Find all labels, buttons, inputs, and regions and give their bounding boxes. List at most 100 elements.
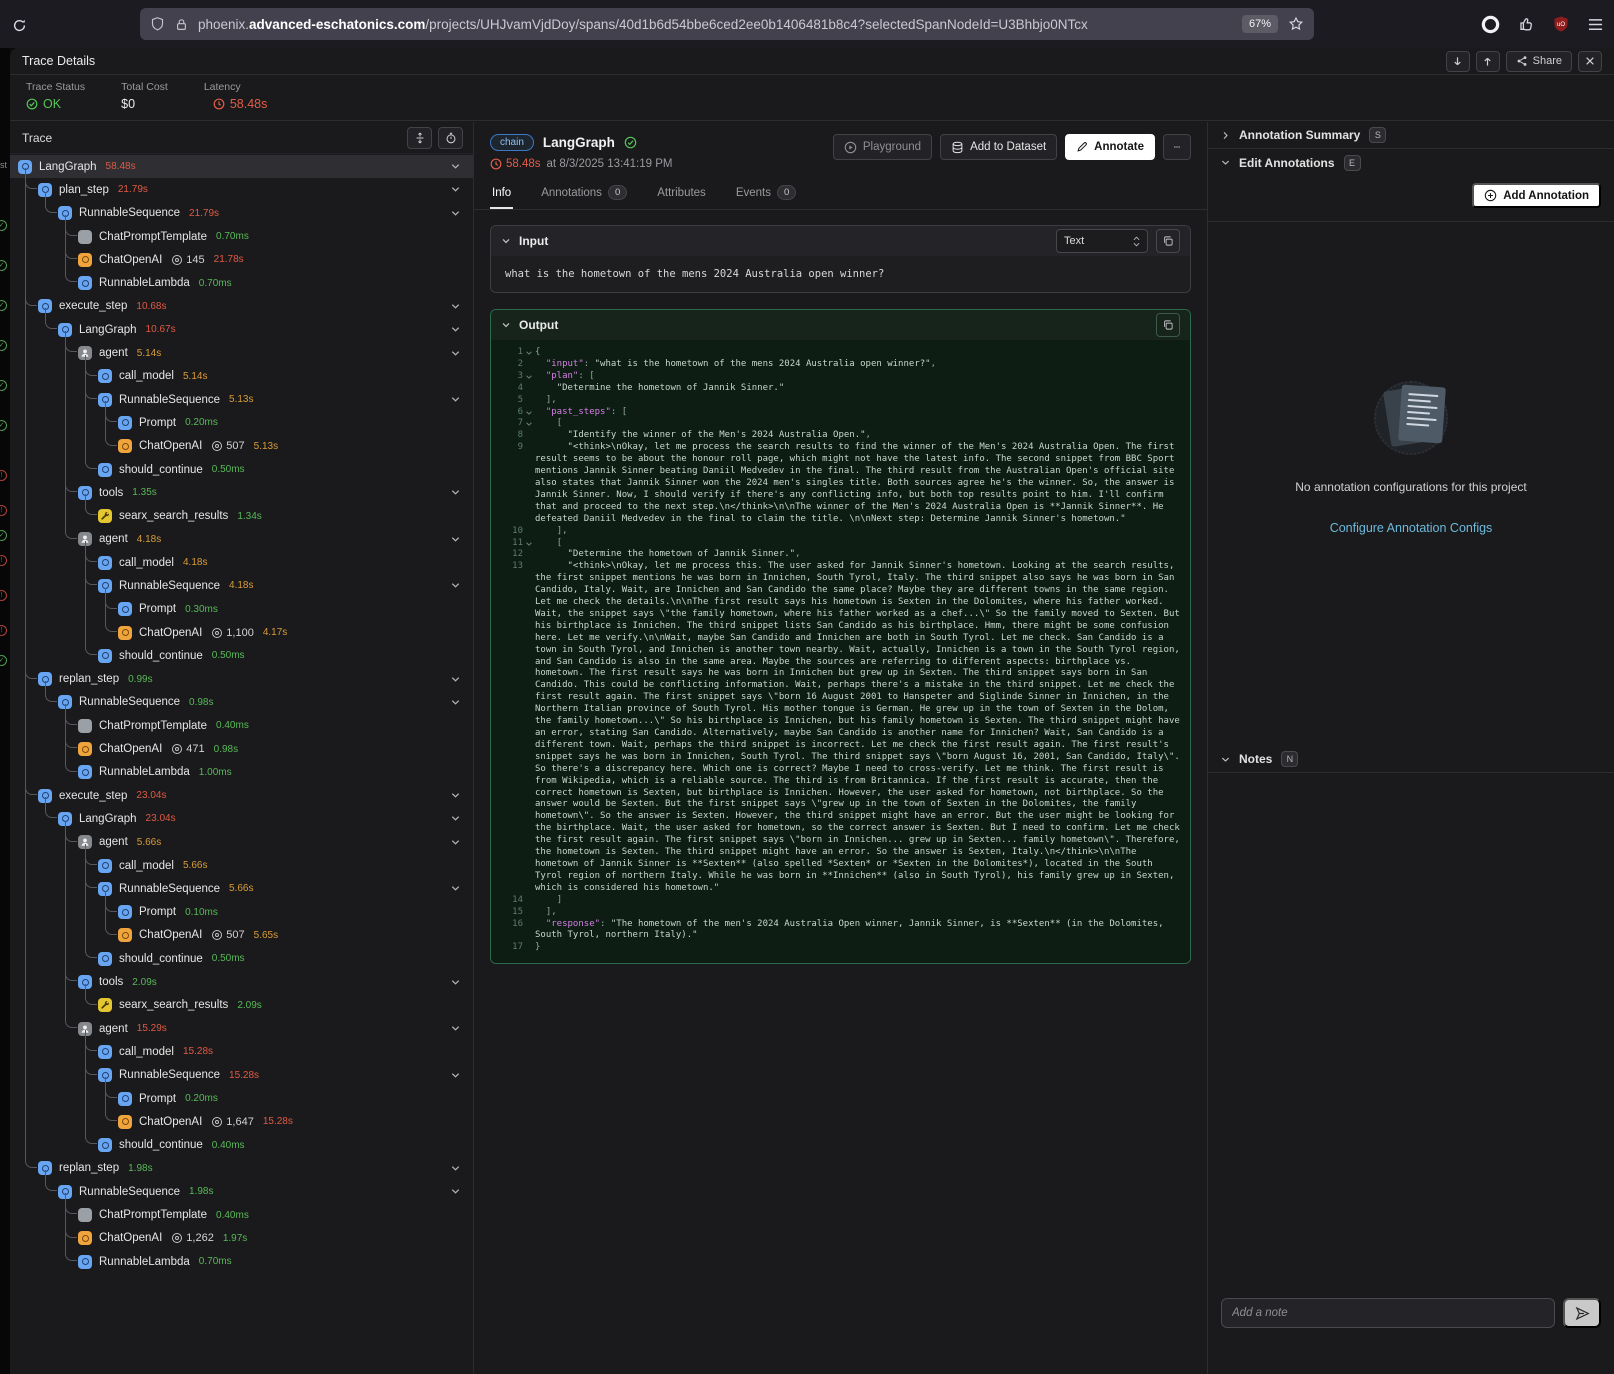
trace-span-row[interactable]: ChatOpenAI 507 5.13s — [10, 435, 473, 458]
configure-annotation-configs-link[interactable]: Configure Annotation Configs — [1208, 521, 1614, 535]
trace-span-row[interactable]: ChatOpenAI 1,262 1.97s — [10, 1227, 473, 1250]
copy-output-button[interactable] — [1156, 313, 1180, 337]
annotate-button[interactable]: Annotate — [1065, 134, 1155, 160]
line-number: 15 — [497, 907, 523, 919]
trace-span-row[interactable]: RunnableSequence 4.18s — [10, 574, 473, 597]
trace-span-row[interactable]: should_continue 0.40ms — [10, 1133, 473, 1156]
copy-input-button[interactable] — [1156, 229, 1180, 253]
trace-span-row[interactable]: ChatOpenAI 507 5.65s — [10, 924, 473, 947]
trace-span-row[interactable]: call_model 5.66s — [10, 854, 473, 877]
add-to-dataset-button[interactable]: Add to Dataset — [940, 134, 1057, 160]
trace-span-row[interactable]: call_model 5.14s — [10, 365, 473, 388]
url-bar[interactable]: phoenix.advanced-eschatonics.com/project… — [140, 8, 1314, 40]
trace-span-row[interactable]: LangGraph 10.67s — [10, 318, 473, 341]
latency-stopwatch-button[interactable] — [438, 127, 463, 149]
trace-span-row[interactable]: RunnableSequence 5.66s — [10, 877, 473, 900]
trace-span-row[interactable]: Prompt 0.10ms — [10, 901, 473, 924]
edit-annotations-section[interactable]: Edit Annotations E — [1208, 149, 1614, 176]
extension-thumb-icon[interactable] — [1517, 15, 1535, 33]
background-status-ok-icon: ✓ — [0, 300, 7, 311]
trace-span-row[interactable]: should_continue 0.50ms — [10, 644, 473, 667]
zoom-level-badge[interactable]: 67% — [1242, 15, 1278, 33]
trace-span-row[interactable]: ChatOpenAI 145 21.78s — [10, 248, 473, 271]
trace-span-row[interactable]: execute_step 10.68s — [10, 295, 473, 318]
trace-span-row[interactable]: call_model 15.28s — [10, 1040, 473, 1063]
tab-annotations[interactable]: Annotations0 — [539, 178, 629, 209]
chevron-down-icon[interactable] — [501, 236, 511, 246]
trace-span-row[interactable]: ChatPromptTemplate 0.40ms — [10, 714, 473, 737]
trace-span-row[interactable]: LangGraph 58.48s — [10, 155, 473, 178]
fold-chevron-icon[interactable] — [523, 347, 535, 357]
output-json-viewer[interactable]: 1 { 2 "input": "what is the hometown of … — [491, 340, 1190, 963]
trace-span-row[interactable]: RunnableLambda 1.00ms — [10, 761, 473, 784]
background-status-ok-icon: ✓ — [0, 260, 7, 271]
fold-chevron-icon[interactable] — [523, 371, 535, 381]
trace-span-row[interactable]: RunnableSequence 15.28s — [10, 1064, 473, 1087]
nav-down-button[interactable] — [1446, 51, 1470, 72]
line-number: 5 — [497, 395, 523, 407]
lock-icon[interactable] — [175, 17, 188, 32]
shield-icon[interactable] — [150, 16, 165, 32]
trace-span-row[interactable]: execute_step 23.04s — [10, 784, 473, 807]
trace-span-row[interactable]: searx_search_results 1.34s — [10, 504, 473, 527]
trace-span-row[interactable]: replan_step 0.99s — [10, 668, 473, 691]
llm-span-icon — [118, 928, 132, 942]
trace-span-row[interactable]: tools 1.35s — [10, 481, 473, 504]
trace-span-row[interactable]: RunnableSequence 1.98s — [10, 1180, 473, 1203]
tab-info[interactable]: Info — [490, 178, 513, 209]
trace-span-row[interactable]: tools 2.09s — [10, 970, 473, 993]
trace-span-row[interactable]: agent 4.18s — [10, 528, 473, 551]
span-name: call_model — [119, 1046, 174, 1058]
more-actions-button[interactable] — [1163, 134, 1191, 160]
playground-button[interactable]: Playground — [833, 134, 932, 160]
trace-span-row[interactable]: agent 5.66s — [10, 831, 473, 854]
menu-hamburger-icon[interactable] — [1587, 17, 1604, 32]
nav-up-button[interactable] — [1476, 51, 1500, 72]
trace-span-row[interactable]: RunnableSequence 5.13s — [10, 388, 473, 411]
trace-span-row[interactable]: ChatOpenAI 1,647 15.28s — [10, 1110, 473, 1133]
trace-span-row[interactable]: RunnableSequence 21.79s — [10, 202, 473, 225]
bookmark-star-icon[interactable] — [1288, 16, 1304, 32]
span-latency-badge: 21.78s — [214, 254, 244, 265]
span-title: LangGraph — [543, 135, 615, 150]
trace-span-row[interactable]: Prompt 0.30ms — [10, 598, 473, 621]
trace-span-row[interactable]: Prompt 0.20ms — [10, 1087, 473, 1110]
tab-attributes[interactable]: Attributes — [655, 178, 708, 209]
chevron-down-icon[interactable] — [501, 320, 511, 330]
trace-span-row[interactable]: should_continue 0.50ms — [10, 947, 473, 970]
trace-span-row[interactable]: ChatOpenAI 471 0.98s — [10, 737, 473, 760]
trace-span-row[interactable]: RunnableSequence 0.98s — [10, 691, 473, 714]
trace-span-row[interactable]: call_model 4.18s — [10, 551, 473, 574]
share-button[interactable]: Share — [1506, 51, 1572, 72]
trace-span-row[interactable]: searx_search_results 2.09s — [10, 994, 473, 1017]
annotation-summary-section[interactable]: Annotation Summary S — [1208, 122, 1614, 149]
fold-chevron-icon[interactable] — [523, 538, 535, 548]
input-mode-select[interactable]: Text — [1056, 229, 1148, 253]
trace-span-row[interactable]: agent 5.14s — [10, 341, 473, 364]
trace-span-row[interactable]: RunnableLambda 0.70ms — [10, 1250, 473, 1273]
trace-span-row[interactable]: agent 15.29s — [10, 1017, 473, 1040]
expand-collapse-all-button[interactable] — [407, 127, 432, 149]
add-note-input[interactable] — [1221, 1298, 1555, 1328]
trace-span-row[interactable]: replan_step 1.98s — [10, 1157, 473, 1180]
trace-span-row[interactable]: ChatPromptTemplate 0.70ms — [10, 225, 473, 248]
trace-span-row[interactable]: ChatOpenAI 1,100 4.17s — [10, 621, 473, 644]
trace-span-row[interactable]: Prompt 0.20ms — [10, 411, 473, 434]
notes-section[interactable]: Notes N — [1208, 746, 1614, 773]
extension-circle-icon[interactable] — [1481, 15, 1500, 34]
close-icon[interactable] — [1578, 51, 1602, 72]
fold-chevron-icon[interactable] — [523, 418, 535, 428]
tab-events[interactable]: Events0 — [734, 178, 798, 209]
documents-illustration-icon — [1363, 375, 1459, 463]
fold-chevron-icon[interactable] — [523, 407, 535, 417]
trace-span-row[interactable]: should_continue 0.50ms — [10, 458, 473, 481]
add-annotation-button[interactable]: Add Annotation — [1472, 183, 1601, 208]
trace-span-row[interactable]: LangGraph 23.04s — [10, 807, 473, 830]
trace-span-row[interactable]: ChatPromptTemplate 0.40ms — [10, 1203, 473, 1226]
span-name: RunnableSequence — [79, 207, 180, 219]
trace-span-row[interactable]: RunnableLambda 0.70ms — [10, 271, 473, 294]
ublock-shield-icon[interactable]: uO — [1552, 15, 1570, 33]
reload-icon[interactable] — [6, 12, 32, 38]
trace-span-row[interactable]: plan_step 21.79s — [10, 178, 473, 201]
send-note-button[interactable] — [1563, 1298, 1601, 1328]
